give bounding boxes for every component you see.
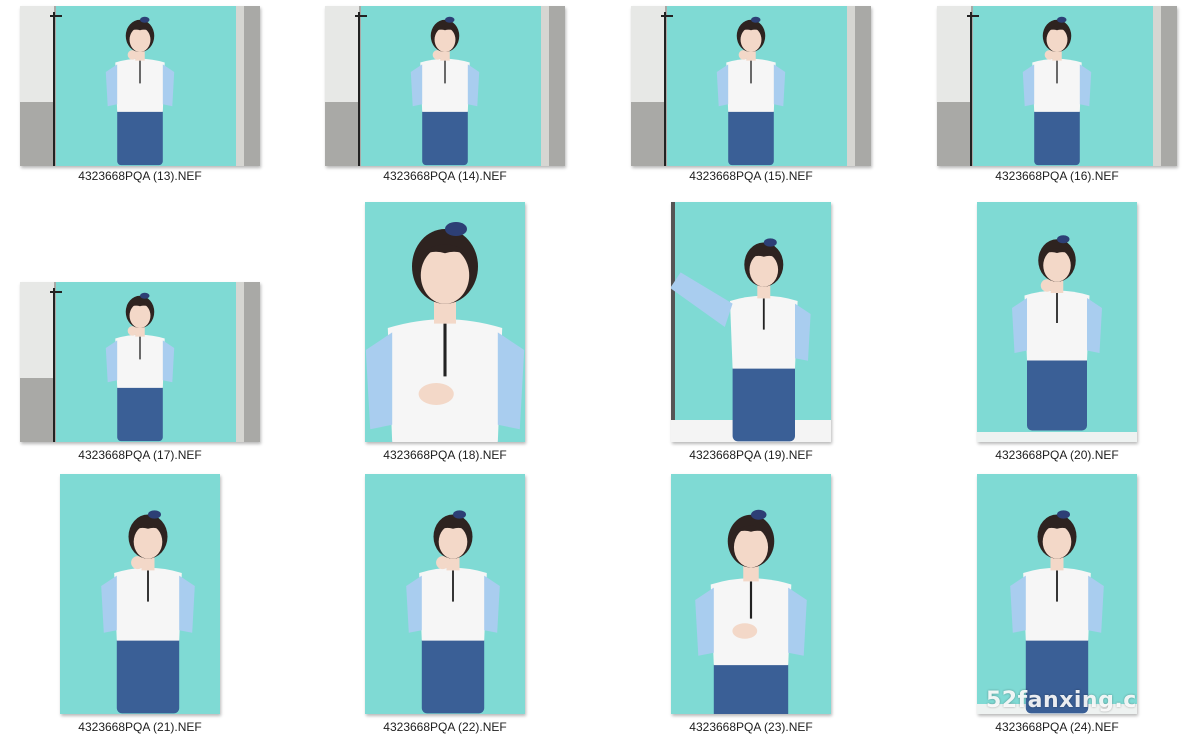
file-thumbnail[interactable] [937,6,1177,166]
file-name-label: 4323668PQA (21).NEF [78,720,202,734]
file-thumbnail[interactable] [631,6,871,166]
photo-preview [977,202,1137,442]
file-thumbnail[interactable] [365,202,525,442]
photo-preview [631,6,871,166]
photo-preview [325,6,565,166]
file-thumbnail[interactable] [60,474,220,714]
photo-preview [937,6,1177,166]
file-name-label: 4323668PQA (17).NEF [78,448,202,462]
file-thumbnail[interactable] [365,474,525,714]
file-grid: 4323668PQA (13).NEF 4323668PQA (14).NEF 43… [0,0,1200,740]
file-item[interactable]: 4323668PQA (18).NEF [305,200,605,470]
file-name-label: 4323668PQA (16).NEF [995,169,1119,183]
file-item[interactable]: 4323668PQA (23).NEF [611,472,911,742]
file-thumbnail[interactable] [671,202,831,442]
file-thumbnail[interactable] [977,202,1137,442]
file-name-label: 4323668PQA (15).NEF [689,169,813,183]
photo-preview [365,202,525,442]
photo-preview [671,202,831,442]
file-name-label: 4323668PQA (23).NEF [689,720,813,734]
file-thumbnail[interactable] [977,474,1137,714]
photo-preview [671,474,831,714]
file-item[interactable]: 4323668PQA (19).NEF [611,200,911,470]
file-name-label: 4323668PQA (14).NEF [383,169,507,183]
file-name-label: 4323668PQA (24).NEF [995,720,1119,734]
photo-preview [20,6,260,166]
file-item[interactable]: 4323668PQA (20).NEF [917,200,1200,470]
file-name-label: 4323668PQA (18).NEF [383,448,507,462]
photo-preview [20,282,260,442]
file-name-label: 4323668PQA (13).NEF [78,169,202,183]
file-thumbnail[interactable] [325,6,565,166]
file-thumbnail[interactable] [671,474,831,714]
file-thumbnail[interactable] [20,282,260,442]
file-thumbnail[interactable] [20,6,260,166]
file-item[interactable]: 4323668PQA (22).NEF [305,472,605,742]
file-item[interactable]: 4323668PQA (17).NEF [0,200,300,470]
photo-preview [977,474,1137,714]
photo-preview [365,474,525,714]
photo-preview [60,474,220,714]
file-name-label: 4323668PQA (20).NEF [995,448,1119,462]
file-name-label: 4323668PQA (22).NEF [383,720,507,734]
file-item[interactable]: 4323668PQA (21).NEF [0,472,300,742]
file-name-label: 4323668PQA (19).NEF [689,448,813,462]
watermark-text: 52fanxing.c [986,688,1137,713]
